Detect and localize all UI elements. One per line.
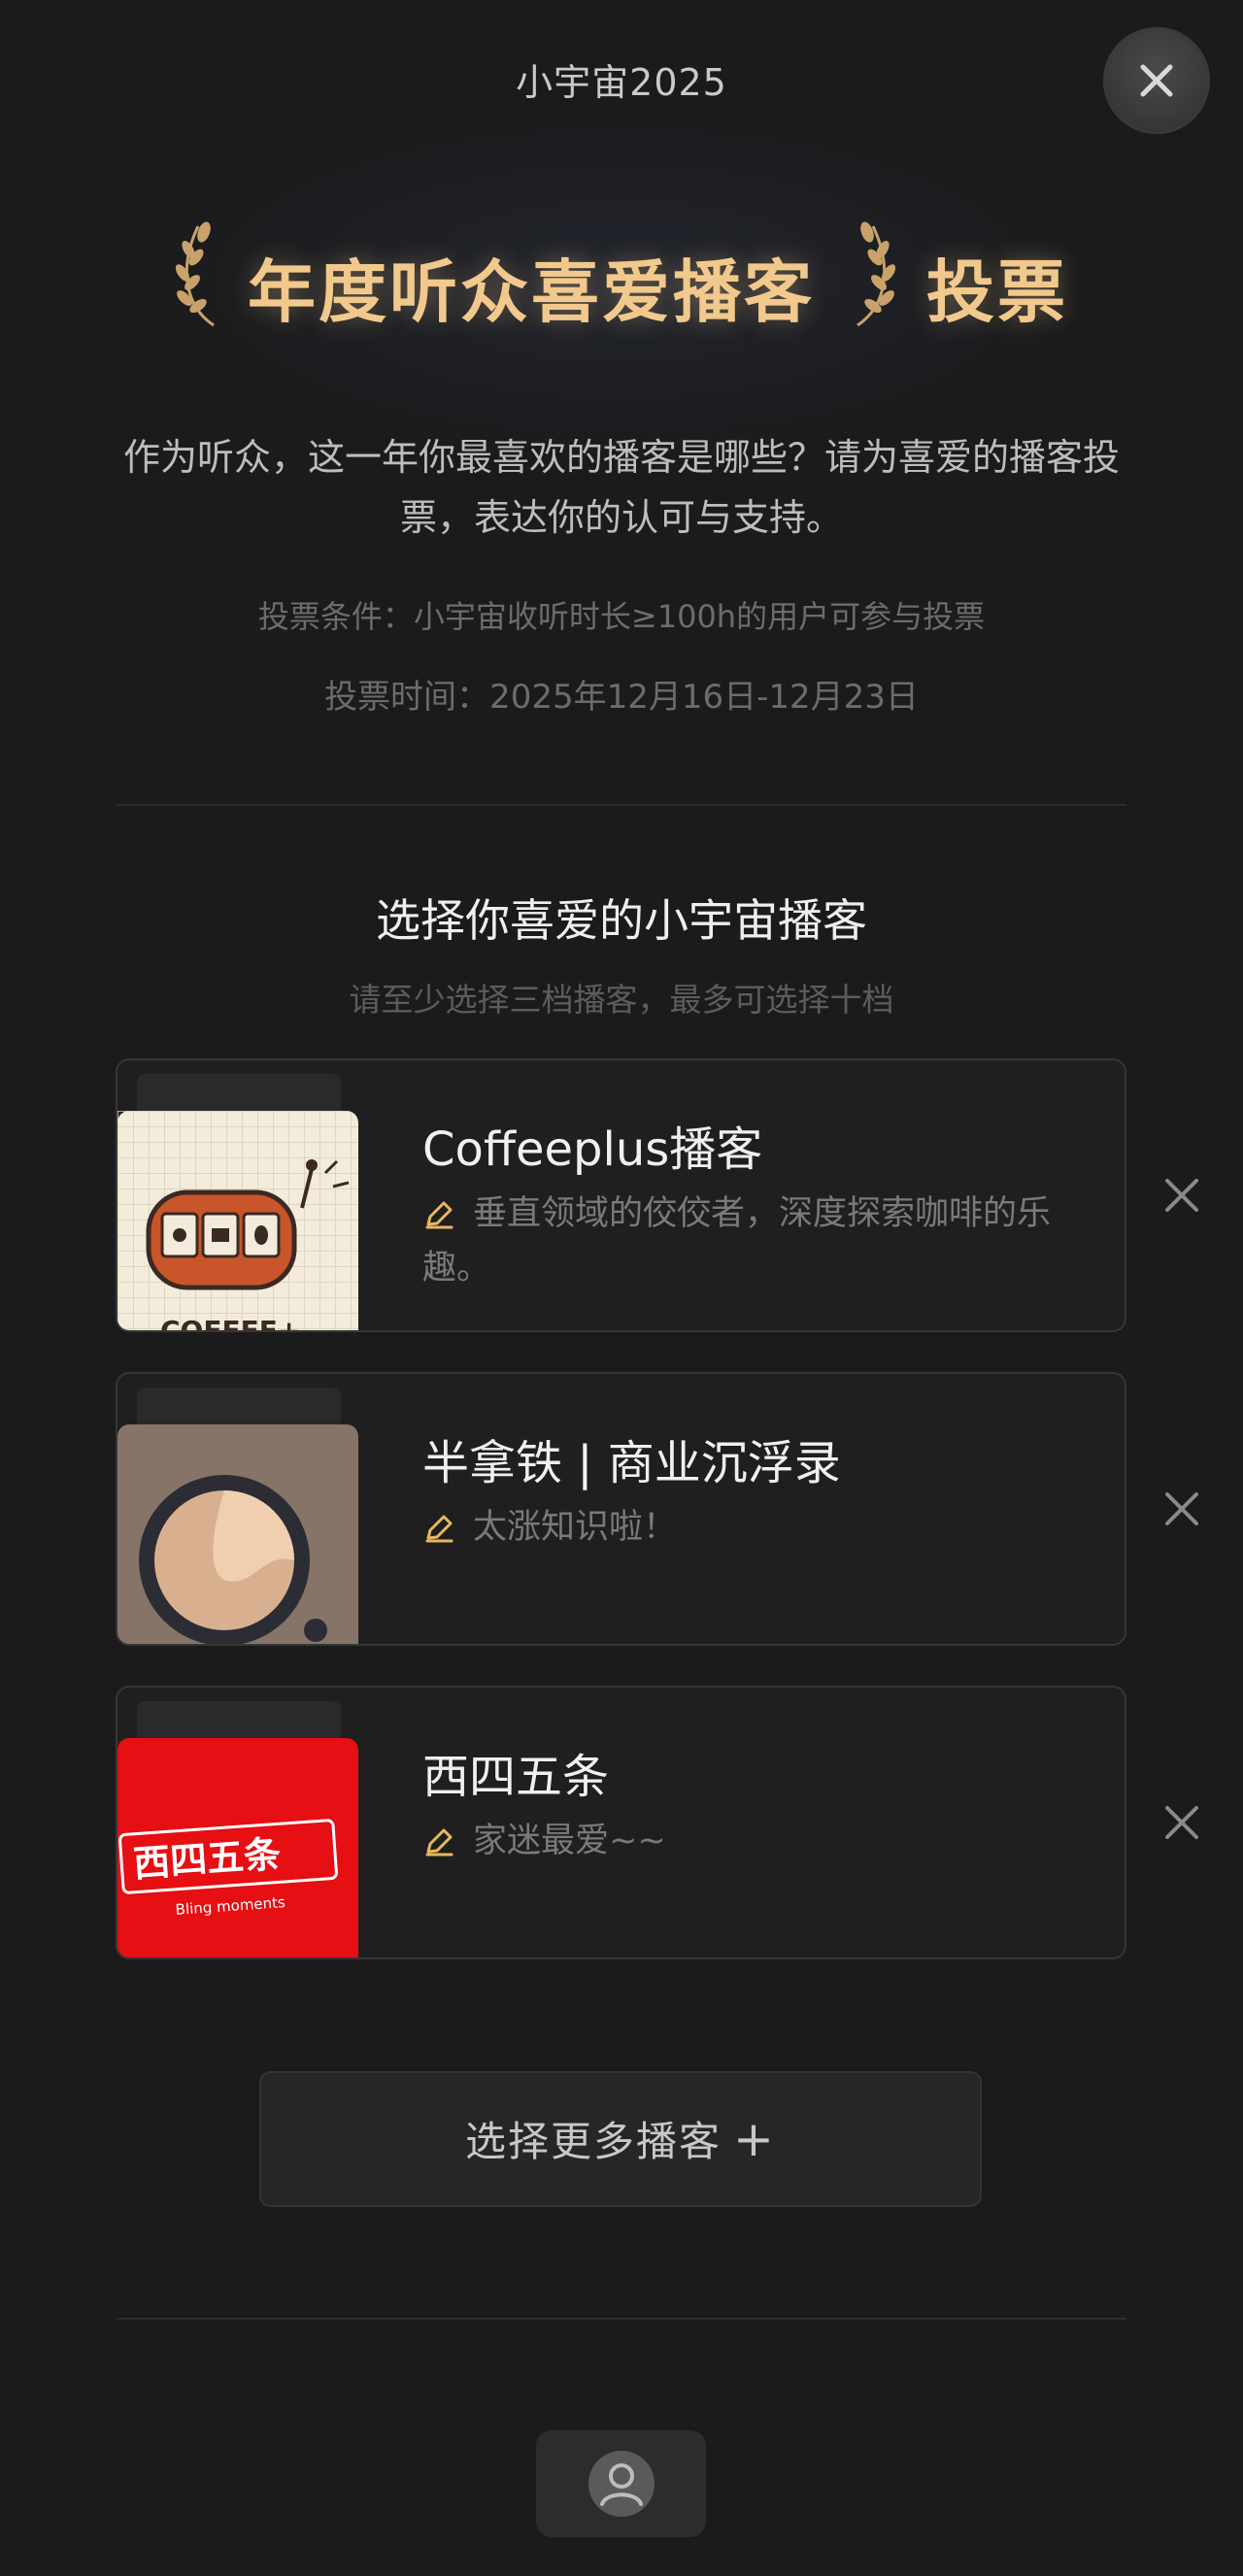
user-avatar-button[interactable] bbox=[536, 2430, 706, 2537]
select-more-podcasts-button[interactable]: 选择更多播客 + bbox=[259, 2071, 982, 2207]
select-more-label: 选择更多播客 bbox=[465, 2118, 722, 2165]
plus-icon: + bbox=[733, 2111, 776, 2167]
podcast-note: 太涨知识啦！ bbox=[473, 1508, 678, 1547]
remove-podcast-icon[interactable] bbox=[1161, 1175, 1202, 1216]
podcast-note: 垂直领域的佼佼者，深度探索咖啡的乐趣。 bbox=[422, 1194, 1052, 1288]
hero-title: 年度听众喜爱播客 bbox=[248, 252, 815, 332]
user-avatar-icon bbox=[588, 2451, 655, 2517]
vote-time: 投票时间：2025年12月16日-12月23日 bbox=[324, 678, 919, 717]
podcast-name: 半拿铁 | 商业沉浮录 bbox=[422, 1436, 841, 1490]
intro-description: 作为听众，这一年你最喜欢的播客是哪些？请为喜爱的播客投票，表达你的认可与支持。 bbox=[122, 436, 1120, 539]
section-title: 选择你喜爱的小宇宙播客 bbox=[376, 894, 867, 947]
podcast-cover-coffeeplus: COFFEE+ bbox=[118, 1111, 358, 1332]
remove-podcast-icon[interactable] bbox=[1161, 1802, 1202, 1843]
podcast-card-coffeeplus[interactable]: COFFEE+ Coffeeplus播客 垂直领域的佼佼者，深度探索咖啡的乐趣。 bbox=[116, 1058, 1126, 1332]
section-subtitle: 请至少选择三档播客，最多可选择十档 bbox=[349, 981, 894, 1019]
laurel-left-icon bbox=[175, 221, 215, 327]
page-header-title: 小宇宙2025 bbox=[516, 61, 727, 104]
laurel-right-icon bbox=[857, 221, 896, 327]
podcast-cover-xisiwutiao: 西四五条 Bling moments bbox=[118, 1738, 358, 1957]
podcast-card-bannatie[interactable]: 半拿铁 | 商业沉浮录 太涨知识啦！ bbox=[116, 1372, 1126, 1646]
divider bbox=[117, 2318, 1126, 2320]
podcast-card-xisiwutiao[interactable]: 西四五条 Bling moments 西四五条 家迷最爱~~ bbox=[116, 1686, 1126, 1959]
vote-page: 小宇宙2025 年度听众喜爱播客 投票 作为听众，这一年你最喜欢的播客是哪些？请… bbox=[0, 0, 1243, 2576]
hero-vote-label: 投票 bbox=[926, 252, 1068, 332]
vote-condition: 投票条件：小宇宙收听时长≥100h的用户可参与投票 bbox=[257, 598, 986, 635]
podcast-cover-bannatie bbox=[118, 1424, 358, 1644]
close-button[interactable] bbox=[1103, 27, 1210, 134]
podcast-note: 家迷最爱~~ bbox=[473, 1822, 666, 1860]
podcast-name: Coffeeplus播客 bbox=[422, 1122, 763, 1177]
close-icon bbox=[1140, 64, 1173, 97]
hero-banner: 年度听众喜爱播客 投票 bbox=[0, 218, 1243, 345]
podcast-name: 西四五条 bbox=[422, 1750, 610, 1804]
divider bbox=[117, 804, 1126, 806]
cover-brand-text: COFFEE+ bbox=[160, 1315, 300, 1332]
remove-podcast-icon[interactable] bbox=[1161, 1489, 1202, 1529]
